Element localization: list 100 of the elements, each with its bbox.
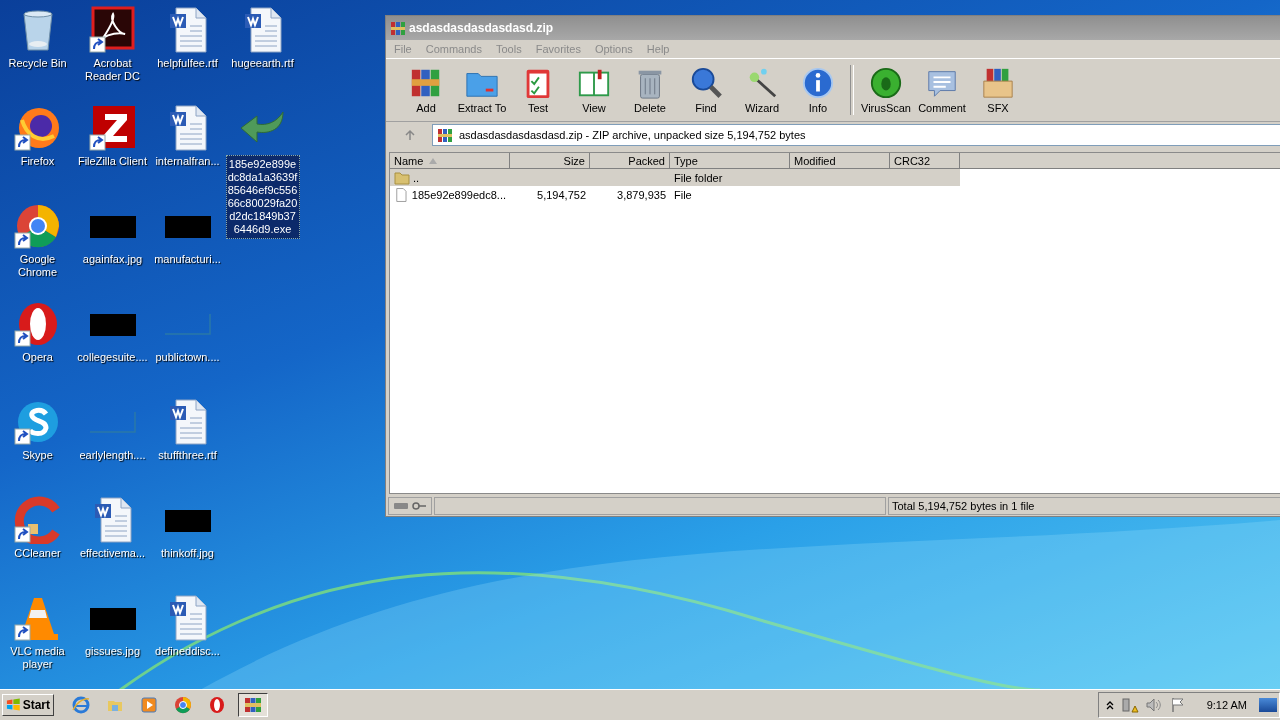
- desktop-icon[interactable]: gissues.jpg: [75, 594, 150, 690]
- chevron-up-icon[interactable]: [1104, 700, 1115, 710]
- windows-flag-icon: [6, 697, 21, 713]
- desktop-icon[interactable]: thinkoff.jpg: [150, 496, 225, 594]
- toolbar-button[interactable]: Wizard: [734, 61, 790, 119]
- icon-label: stuffthree.rtf: [158, 449, 217, 462]
- desktop-icon[interactable]: collegesuite....: [75, 300, 150, 398]
- icon-label: helpfulfee.rtf: [157, 57, 218, 70]
- desktop-icon[interactable]: effectivema...: [75, 496, 150, 594]
- column-header[interactable]: Size: [510, 153, 590, 169]
- ccleaner-icon: [13, 496, 62, 544]
- desktop-icon[interactable]: Firefox: [0, 104, 75, 202]
- chrome-icon: [13, 202, 62, 250]
- icon-label: manufacturi...: [154, 253, 221, 266]
- icon-label: publictown....: [155, 351, 220, 364]
- desktop-icon[interactable]: helpfulfee.rtf: [150, 6, 225, 104]
- opera-icon: [208, 696, 226, 714]
- icon-label: Google Chrome: [16, 253, 59, 279]
- acrobat-icon: [88, 6, 137, 54]
- desktop-icon[interactable]: Recycle Bin: [0, 6, 75, 104]
- size-cell: 5,194,752: [537, 188, 586, 201]
- desktop-icon[interactable]: againfax.jpg: [75, 202, 150, 300]
- chrome-icon: [174, 696, 192, 714]
- media-icon: [140, 696, 158, 714]
- packed-cell: 3,879,935: [617, 188, 666, 201]
- winrar-icon: [244, 696, 262, 714]
- file-row[interactable]: 185e92e899edc8... 5,194,752 3,879,935 File: [390, 186, 960, 203]
- desktop-icon[interactable]: Skype: [0, 398, 75, 496]
- filezilla-icon: [88, 104, 137, 152]
- sfx-icon: [981, 66, 1015, 100]
- icon-label: Skype: [22, 449, 53, 462]
- clock[interactable]: 9:12 AM: [1206, 699, 1247, 711]
- desktop-icon[interactable]: FileZilla Client: [75, 104, 150, 202]
- address-field[interactable]: asdasdasdasdasdasd.zip - ZIP archive, unpacked size 5,194,752 bytes: [432, 124, 1280, 146]
- toolbar-button[interactable]: VirusScan: [858, 61, 914, 119]
- toolbar-button[interactable]: Info: [790, 61, 846, 119]
- column-header[interactable]: CRC32: [890, 153, 960, 169]
- toolbar-button[interactable]: Test: [510, 61, 566, 119]
- icon-label: Recycle Bin: [8, 57, 67, 70]
- icon-label: internalfran...: [155, 155, 220, 168]
- taskbar-app-button[interactable]: [238, 693, 268, 717]
- icon-label: defineddisc...: [155, 645, 220, 658]
- toolbar-button[interactable]: View: [566, 61, 622, 119]
- icon-label: hugeearth.rtf: [231, 57, 294, 70]
- icon-label: FileZilla Client: [77, 155, 148, 168]
- status-text: Total 5,194,752 bytes in 1 file: [888, 497, 1280, 515]
- file-name: 185e92e899edc8...: [411, 188, 506, 201]
- toolbar-button[interactable]: SFX: [970, 61, 1026, 119]
- icon-label: effectivema...: [79, 547, 146, 560]
- icon-label: 185e92e899edc8da1a3639f85646ef9c55666c80029fa20d2dc1849b376446d9.exe: [225, 155, 300, 239]
- ie-icon: [72, 696, 90, 714]
- toolbar-button[interactable]: Add: [398, 61, 454, 119]
- desktop-icon[interactable]: Google Chrome: [0, 202, 75, 300]
- file-name: ..: [413, 171, 420, 184]
- network-warning-icon[interactable]: [1120, 696, 1139, 714]
- icon-label: Opera: [22, 351, 53, 364]
- desktop-icon[interactable]: publictown....: [150, 300, 225, 398]
- desktop-icon[interactable]: internalfran...: [150, 104, 225, 202]
- file-row[interactable]: .. File folder: [390, 169, 960, 186]
- file-icon: [394, 186, 409, 203]
- toolbar-button[interactable]: Find: [678, 61, 734, 119]
- column-header[interactable]: Name: [390, 153, 510, 169]
- toolbar-button[interactable]: Extract To: [454, 61, 510, 119]
- archive-books-icon: [390, 20, 406, 36]
- column-header[interactable]: Packed: [590, 153, 670, 169]
- icon-label: CCleaner: [14, 547, 61, 560]
- virusscan-icon: [869, 66, 903, 100]
- desktop-icon[interactable]: CCleaner: [0, 496, 75, 594]
- desktop-icon[interactable]: manufacturi...: [150, 202, 225, 300]
- speaker-icon[interactable]: [1144, 696, 1163, 714]
- show-desktop-button[interactable]: [1259, 698, 1277, 712]
- icon-label: VLC media player: [9, 645, 66, 671]
- start-button[interactable]: Start: [2, 694, 54, 716]
- desktop-icon[interactable]: stuffthree.rtf: [150, 398, 225, 496]
- type-cell: File folder: [674, 171, 723, 184]
- icon-label: againfax.jpg: [82, 253, 143, 266]
- desktop-icon[interactable]: hugeearth.rtf: [225, 6, 300, 104]
- folder-icon: [394, 169, 410, 186]
- info-icon: [801, 66, 835, 100]
- icon-label: Firefox: [20, 155, 55, 168]
- column-header[interactable]: Modified: [790, 153, 890, 169]
- toolbar-button[interactable]: Delete: [622, 61, 678, 119]
- icon-label: thinkoff.jpg: [161, 547, 214, 560]
- up-arrow-icon: [404, 129, 416, 141]
- icon-label: gissues.jpg: [84, 645, 140, 658]
- icon-label: collegesuite....: [77, 351, 148, 364]
- toolbar-button[interactable]: Comment: [914, 61, 970, 119]
- desktop-icon[interactable]: Opera: [0, 300, 75, 398]
- desktop-icon[interactable]: VLC media player: [0, 594, 75, 690]
- type-cell: File: [674, 188, 692, 201]
- window-title: asdasdasdasdasdasd.zip: [409, 21, 554, 35]
- desktop-icon[interactable]: earlylength....: [75, 398, 150, 496]
- desktop-icon[interactable]: Acrobat Reader DC: [75, 6, 150, 104]
- icon-label: Acrobat Reader DC: [84, 57, 141, 83]
- find-icon: [689, 66, 723, 100]
- icon-label: earlylength....: [79, 449, 146, 462]
- archive-books-icon: [437, 127, 453, 143]
- drive-key-icon: [393, 501, 427, 511]
- desktop-icon[interactable]: 185e92e899edc8da1a3639f85646ef9c55666c80029fa20d2dc1849b376446d9.exe: [225, 104, 300, 239]
- column-header[interactable]: Type: [670, 153, 790, 169]
